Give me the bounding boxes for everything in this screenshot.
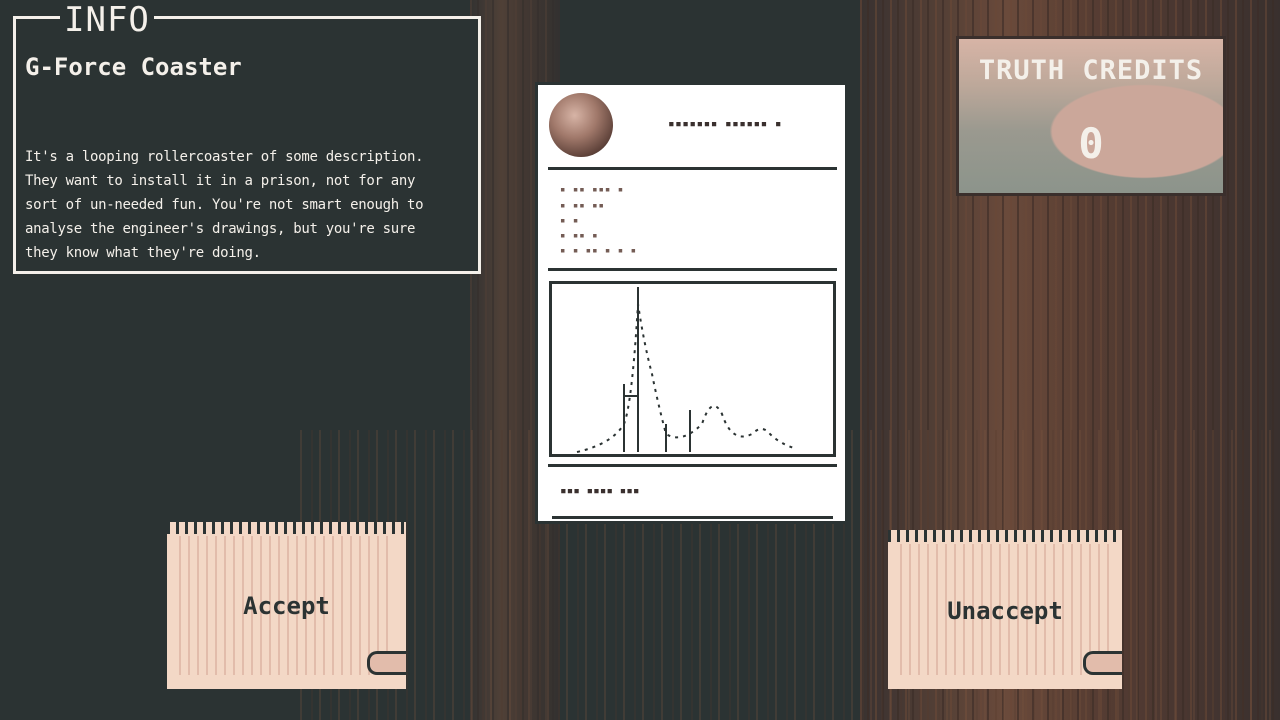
truth-credits-label: TRUTH CREDITS [978,55,1204,86]
document-line: ▪ ▪▪ ▪▪▪ ▪ [560,185,625,195]
document-line: ▪ ▪▪ ▪▪ [560,201,605,211]
document-line: ▪ ▪ ▪▪ ▪ ▪ ▪ [560,246,638,256]
unaccept-label: Unaccept [947,597,1063,625]
coaster-diagram-svg [576,287,798,453]
coaster-diagram [549,281,836,457]
paperclip-icon [1083,651,1122,675]
item-title: G-Force Coaster [25,53,242,81]
info-tab-label: INFO [60,3,154,37]
truth-credits-value: 0 [1078,119,1104,168]
paperclip-icon [367,651,406,675]
info-panel: INFO G-Force Coaster It's a looping roll… [13,3,481,274]
document-divider-bottom [548,464,837,467]
document-line: ▪ ▪ [560,216,580,226]
document-divider-mid [548,268,837,271]
document-header-scribble: ▪▪▪▪▪▪▪ ▪▪▪▪▪▪ ▪ [668,117,782,130]
notepad-binding [167,522,406,534]
accept-button[interactable]: Accept [167,522,406,689]
globe-logo-icon [549,93,613,157]
document-sheet[interactable]: ▪▪▪▪▪▪▪ ▪▪▪▪▪▪ ▪ ▪ ▪▪ ▪▪▪ ▪ ▪ ▪▪ ▪▪ ▪ ▪ … [535,82,848,524]
unaccept-button[interactable]: Unaccept [888,530,1122,689]
item-description: It's a looping rollercoaster of some des… [25,149,424,261]
document-line: ▪ ▪▪ ▪ [560,231,599,241]
accept-label: Accept [243,592,330,620]
document-signature-line [552,516,833,519]
document-divider-top [548,167,837,170]
truth-credits-panel: TRUTH CREDITS 0 [956,36,1226,196]
notepad-binding [888,530,1122,542]
document-footer-scribble: ▪▪▪ ▪▪▪▪ ▪▪▪ [560,484,640,497]
